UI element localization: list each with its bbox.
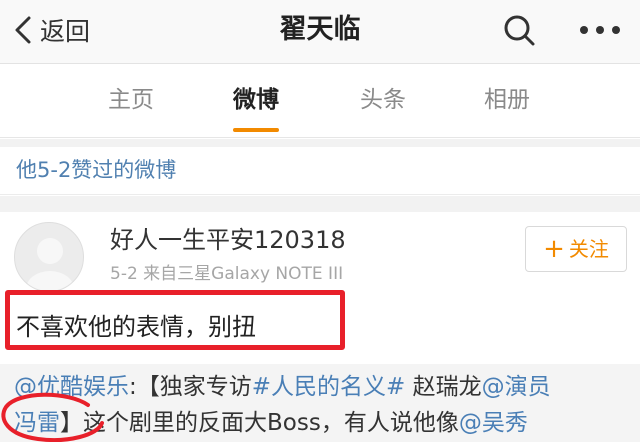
- repost-text: 】: [60, 410, 83, 436]
- profile-tabs: 主页 微博 头条 相册: [0, 64, 640, 138]
- plus-icon: +: [543, 234, 565, 264]
- tab-weibo[interactable]: 微博: [233, 84, 279, 116]
- tab-home[interactable]: 主页: [108, 84, 154, 116]
- nav-bar: 返回 翟天临: [0, 0, 640, 64]
- divider: [0, 139, 640, 147]
- section-header-text: 他5-2赞过的微博: [16, 158, 177, 182]
- mention-link[interactable]: @吴秀: [459, 410, 528, 436]
- mention-link[interactable]: 冯雷: [14, 410, 60, 436]
- divider: [0, 196, 640, 212]
- repost-text: 赵瑞龙: [405, 374, 482, 400]
- search-icon: [504, 15, 535, 46]
- repost-line: @优酷娱乐:【独家专访#人民的名义# 赵瑞龙@演员: [14, 370, 551, 404]
- default-avatar-icon: [26, 238, 74, 291]
- post-comment: 不喜欢他的表情，别扭: [16, 313, 256, 341]
- post-meta: 5-2 来自三星Galaxy NOTE III: [110, 264, 344, 284]
- tab-headlines[interactable]: 头条: [360, 84, 406, 116]
- search-button[interactable]: [500, 12, 540, 48]
- repost-text: 【独家专访: [136, 374, 252, 400]
- repost-text: :: [129, 374, 137, 400]
- follow-label: 关注: [568, 237, 609, 261]
- topic-link[interactable]: #人民的名义#: [252, 374, 406, 400]
- more-dots-icon: [580, 26, 620, 34]
- reposted-content[interactable]: @优酷娱乐:【独家专访#人民的名义# 赵瑞龙@演员 冯雷】这个剧里的反面大Bos…: [0, 364, 640, 442]
- post-username[interactable]: 好人一生平安120318: [110, 224, 346, 256]
- repost-text: 这个剧里的反面大Boss，有人说他像: [83, 410, 459, 436]
- repost-line: 冯雷】这个剧里的反面大Boss，有人说他像@吴秀: [14, 406, 528, 440]
- follow-button[interactable]: + 关注: [525, 226, 627, 272]
- active-tab-indicator: [233, 128, 279, 132]
- avatar[interactable]: [14, 222, 84, 292]
- more-button[interactable]: [574, 12, 626, 48]
- mention-link[interactable]: @优酷娱乐: [14, 374, 129, 400]
- tab-albums[interactable]: 相册: [484, 84, 530, 116]
- page-title: 翟天临: [279, 14, 361, 45]
- section-header[interactable]: 他5-2赞过的微博: [0, 147, 640, 195]
- mention-link[interactable]: @演员: [482, 374, 551, 400]
